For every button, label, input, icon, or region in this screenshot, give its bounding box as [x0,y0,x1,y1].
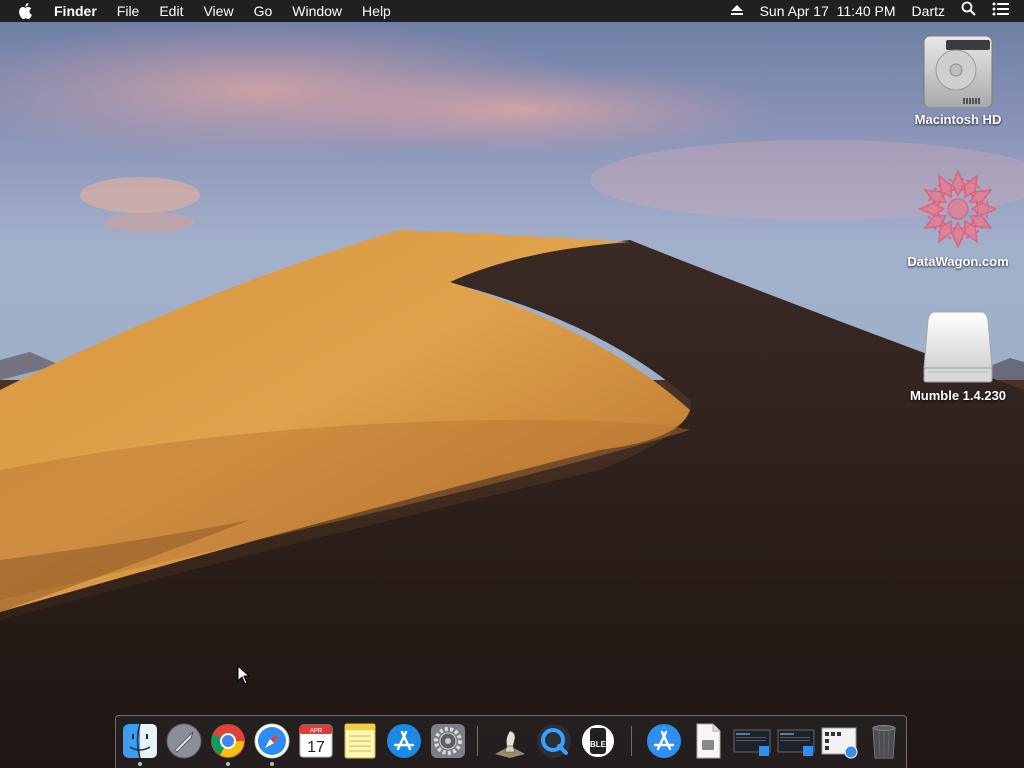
ble-label: BLE [590,740,607,749]
dock-item-downloads[interactable] [821,722,859,760]
menu-window[interactable]: Window [282,0,352,22]
desktop-icon-mumble[interactable]: Mumble 1.4.230 [903,308,1013,403]
wallpaper-mojave [0,0,1024,768]
running-indicator [138,762,142,766]
menu-view[interactable]: View [193,0,243,22]
dock-item-safari[interactable] [253,722,291,766]
notes-icon [344,723,376,759]
mouse-cursor-icon [237,665,251,685]
dock-item-document[interactable] [689,722,727,760]
desktop-icon-label: Macintosh HD [914,112,1002,127]
calendar-icon: APR 17 [299,724,333,758]
calendar-month: APR [310,729,323,735]
ble-icon: BLE [580,723,616,759]
chrome-icon [211,724,245,758]
dock-item-system-preferences[interactable] [429,722,467,760]
eject-icon[interactable] [722,0,752,22]
menu-help[interactable]: Help [352,0,401,22]
menu-file[interactable]: File [107,0,150,22]
running-indicator [226,762,230,766]
notification-center-icon[interactable] [984,0,1024,22]
menu-edit[interactable]: Edit [149,0,193,22]
dock-item-trash[interactable] [865,722,903,760]
document-icon [696,723,721,759]
desktop-icon-macintosh-hd[interactable]: Macintosh HD [903,32,1013,127]
launchpad-icon [166,723,202,759]
dock-item-chrome[interactable] [209,722,247,766]
screenshot-icon [733,729,771,756]
dock-item-applications[interactable] [645,722,683,760]
apple-logo-icon [19,3,32,19]
menu-go[interactable]: Go [244,0,283,22]
mandala-icon [919,168,997,248]
menu-clock[interactable]: Sun Apr 17 11:40 PM [752,0,904,22]
desktop-icon-label: DataWagon.com [907,254,1009,269]
downloads-stack-icon [821,727,858,759]
finder-icon [123,723,157,759]
menu-app-name[interactable]: Finder [44,0,107,22]
calendar-day: 17 [307,739,325,756]
dock-item-quicktime[interactable] [535,722,573,760]
dock-item-chess[interactable] [491,722,529,760]
quicktime-icon [537,724,571,758]
screenshot-icon [777,729,815,756]
dock-item-finder[interactable] [121,722,159,766]
system-preferences-icon [431,724,465,758]
dock: APR 17 BLE [115,715,907,768]
dock-item-ble[interactable]: BLE [579,722,617,760]
apple-menu[interactable] [0,0,44,22]
desktop-icon-datawagon[interactable]: DataWagon.com [903,168,1013,269]
applications-folder-icon [647,724,681,758]
dock-item-calendar[interactable]: APR 17 [297,722,335,760]
dock-separator [477,726,478,756]
chess-icon [495,730,525,758]
spotlight-icon[interactable] [953,0,984,22]
app-store-icon [387,724,421,758]
desktop[interactable]: Macintosh HD DataWagon.com Mumble 1.4.23… [0,0,1024,768]
menu-bar: Finder File Edit View Go Window Help Sun… [0,0,1024,22]
desktop-icon-label: Mumble 1.4.230 [909,388,1007,403]
hard-drive-icon [923,35,993,108]
menu-extras: Sun Apr 17 11:40 PM Dartz [722,0,1024,22]
dock-item-app-store[interactable] [385,722,423,760]
running-indicator [270,762,274,766]
menu-user[interactable]: Dartz [904,0,953,22]
dock-item-screenshot-2[interactable] [777,722,815,760]
safari-icon [254,723,290,759]
dock-separator [631,726,632,756]
dock-item-notes[interactable] [341,722,379,760]
trash-icon [872,725,896,759]
disk-image-icon [923,311,993,383]
dock-item-launchpad[interactable] [165,722,203,760]
dock-item-screenshot-1[interactable] [733,722,771,760]
